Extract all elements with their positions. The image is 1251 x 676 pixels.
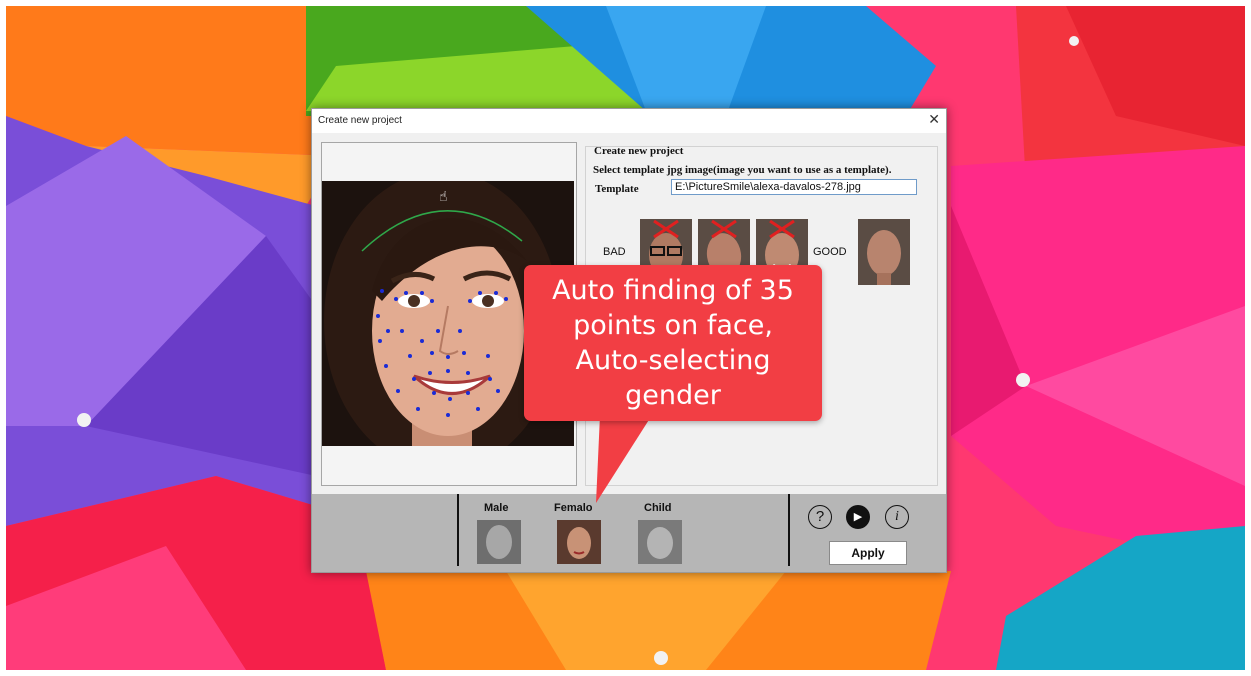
callout-text: Auto finding of 35 points on face, Auto-… bbox=[524, 273, 822, 413]
template-label: Template bbox=[595, 183, 639, 195]
male-label: Male bbox=[484, 502, 509, 514]
callout-line: points on face, bbox=[573, 310, 773, 341]
female-label: Femalo bbox=[554, 502, 593, 514]
close-icon[interactable]: ✕ bbox=[928, 111, 940, 128]
good-example-label: GOOD bbox=[813, 246, 847, 258]
info-button[interactable]: i bbox=[885, 505, 909, 529]
good-example-thumb bbox=[858, 219, 910, 285]
dialog-title: Create new project bbox=[318, 115, 402, 126]
callout-line: Auto finding of 35 bbox=[552, 275, 794, 306]
callout-line: gender bbox=[625, 380, 721, 411]
template-path-input[interactable] bbox=[671, 179, 917, 195]
footer-divider bbox=[457, 494, 459, 566]
play-button[interactable]: ▶ bbox=[846, 505, 870, 529]
svg-text:☝: ☝ bbox=[439, 189, 448, 205]
group-title: Create new project bbox=[594, 145, 684, 157]
callout-tail bbox=[596, 415, 652, 503]
male-gender-option[interactable] bbox=[477, 520, 521, 564]
feature-callout: Auto finding of 35 points on face, Auto-… bbox=[524, 265, 822, 503]
dialog-footer: Male Femalo Child ? ▶ i Apply bbox=[312, 494, 946, 572]
footer-divider bbox=[788, 494, 790, 566]
help-button[interactable]: ? bbox=[808, 505, 832, 529]
apply-button[interactable]: Apply bbox=[829, 541, 907, 565]
bad-examples-label: BAD bbox=[603, 246, 626, 258]
callout-line: Auto-selecting bbox=[575, 345, 771, 376]
female-gender-option[interactable] bbox=[557, 520, 601, 564]
dialog-titlebar[interactable]: Create new project ✕ bbox=[312, 109, 946, 133]
instruction-text: Select template jpg image(image you want… bbox=[593, 164, 892, 176]
child-gender-option[interactable] bbox=[638, 520, 682, 564]
